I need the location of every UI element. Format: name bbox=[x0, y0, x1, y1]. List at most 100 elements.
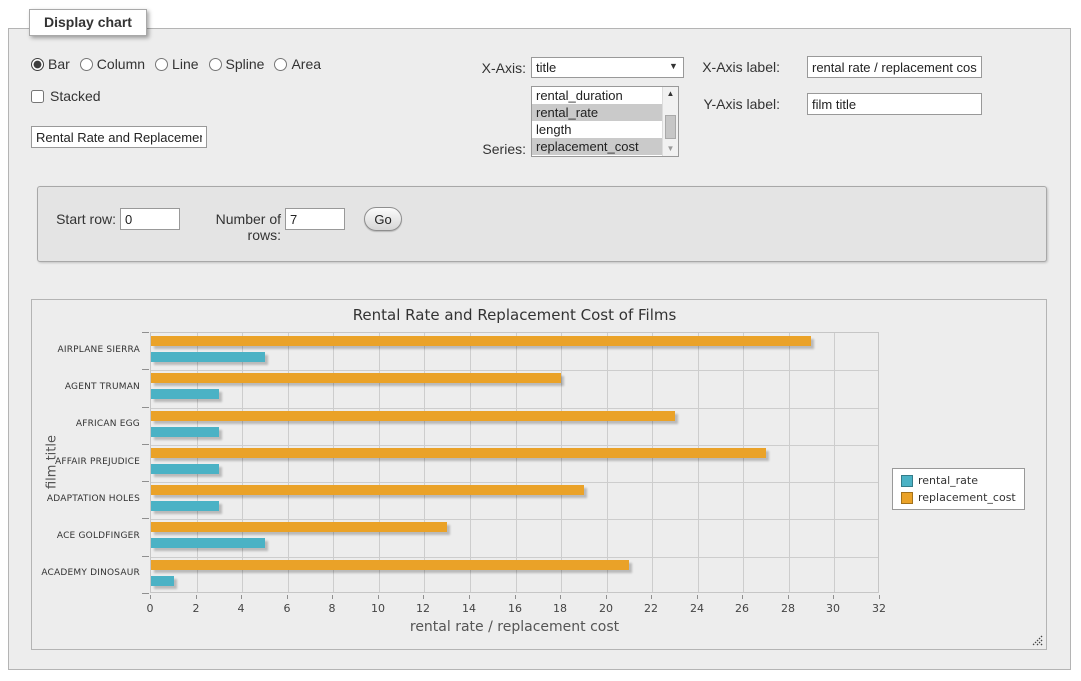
gridline-vertical bbox=[698, 333, 699, 592]
display-chart-fieldset: Display chart BarColumnLineSplineArea St… bbox=[8, 28, 1071, 670]
bar-replacement_cost bbox=[151, 522, 447, 532]
resize-handle-icon[interactable] bbox=[1031, 634, 1043, 646]
start-row-label: Start row: bbox=[48, 211, 116, 227]
x-tick bbox=[469, 595, 470, 599]
x-tick bbox=[651, 595, 652, 599]
x-tick-label: 26 bbox=[727, 602, 757, 615]
legend-entry-replacement_cost: replacement_cost bbox=[901, 491, 1016, 504]
chart-type-label: Area bbox=[291, 56, 321, 72]
chart-title-input[interactable] bbox=[31, 126, 207, 148]
row-range-panel: Start row: Number of rows: Go bbox=[37, 186, 1047, 262]
y-tick bbox=[142, 444, 149, 445]
x-tick bbox=[833, 595, 834, 599]
chart-type-option-spline[interactable]: Spline bbox=[209, 56, 265, 72]
gridline-vertical bbox=[197, 333, 198, 592]
scroll-down-icon[interactable]: ▼ bbox=[663, 142, 678, 156]
scrollbar-thumb[interactable] bbox=[665, 115, 676, 139]
x-tick-label: 6 bbox=[272, 602, 302, 615]
x-tick bbox=[423, 595, 424, 599]
x-tick-label: 2 bbox=[181, 602, 211, 615]
gridline-vertical bbox=[424, 333, 425, 592]
y-tick bbox=[142, 481, 149, 482]
chart-type-radio-line[interactable] bbox=[155, 58, 168, 71]
x-tick-label: 30 bbox=[818, 602, 848, 615]
x-tick bbox=[742, 595, 743, 599]
x-tick bbox=[150, 595, 151, 599]
x-tick-label: 20 bbox=[591, 602, 621, 615]
chart-type-option-column[interactable]: Column bbox=[80, 56, 145, 72]
x-tick-label: 16 bbox=[500, 602, 530, 615]
legend-swatch bbox=[901, 492, 913, 504]
chart-type-radio-column[interactable] bbox=[80, 58, 93, 71]
bar-replacement_cost bbox=[151, 448, 766, 458]
x-tick-label: 0 bbox=[135, 602, 165, 615]
series-option-length[interactable]: length bbox=[532, 121, 662, 138]
series-label: Series: bbox=[426, 141, 526, 157]
x-tick bbox=[378, 595, 379, 599]
gridline-vertical bbox=[379, 333, 380, 592]
chart-type-option-line[interactable]: Line bbox=[155, 56, 198, 72]
gridline-vertical bbox=[789, 333, 790, 592]
chart-type-radio-bar[interactable] bbox=[31, 58, 44, 71]
x-tick-label: 18 bbox=[545, 602, 575, 615]
chart-type-radio-spline[interactable] bbox=[209, 58, 222, 71]
y-axis-label-label: Y-Axis label: bbox=[673, 96, 780, 112]
bar-rental_rate bbox=[151, 389, 219, 399]
stacked-option[interactable]: Stacked bbox=[31, 87, 101, 105]
num-rows-input[interactable] bbox=[285, 208, 345, 230]
gridline-vertical bbox=[288, 333, 289, 592]
x-tick-label: 14 bbox=[454, 602, 484, 615]
y-tick bbox=[142, 407, 149, 408]
stacked-checkbox[interactable] bbox=[31, 90, 44, 103]
gridline-vertical bbox=[242, 333, 243, 592]
x-axis-title: rental rate / replacement cost bbox=[150, 619, 879, 635]
y-axis-label-input[interactable] bbox=[807, 93, 982, 115]
x-tick bbox=[697, 595, 698, 599]
legend-entries: rental_rate replacement_cost bbox=[901, 474, 1016, 504]
series-option-replacement_cost[interactable]: replacement_cost bbox=[532, 138, 662, 155]
chart-title: Rental Rate and Replacement Cost of Film… bbox=[150, 306, 879, 324]
chart-type-option-bar[interactable]: Bar bbox=[31, 56, 70, 72]
x-tick bbox=[606, 595, 607, 599]
x-axis-select[interactable]: title bbox=[531, 57, 684, 78]
gridline-horizontal bbox=[151, 482, 878, 483]
x-tick-label: 12 bbox=[408, 602, 438, 615]
series-option-rental_rate[interactable]: rental_rate bbox=[532, 104, 662, 121]
category-label: AFFAIR PREJUDICE bbox=[32, 457, 140, 467]
legend-entry-rental_rate: rental_rate bbox=[901, 474, 1016, 487]
start-row-input[interactable] bbox=[120, 208, 180, 230]
bar-rental_rate bbox=[151, 576, 174, 586]
gridline-vertical bbox=[470, 333, 471, 592]
gridline-vertical bbox=[333, 333, 334, 592]
bar-replacement_cost bbox=[151, 485, 584, 495]
x-tick bbox=[332, 595, 333, 599]
chart-legend: rental_rate replacement_cost bbox=[892, 468, 1025, 510]
category-label: AIRPLANE SIERRA bbox=[32, 345, 140, 355]
gridline-vertical bbox=[834, 333, 835, 592]
x-axis-label-input[interactable] bbox=[807, 56, 982, 78]
gridline-vertical bbox=[743, 333, 744, 592]
stacked-label: Stacked bbox=[50, 88, 101, 104]
num-rows-label: Number of rows: bbox=[186, 211, 281, 243]
chart-type-radio-area[interactable] bbox=[274, 58, 287, 71]
gridline-horizontal bbox=[151, 519, 878, 520]
bar-rental_rate bbox=[151, 464, 219, 474]
x-tick bbox=[788, 595, 789, 599]
series-listbox[interactable]: rental_durationrental_ratelengthreplacem… bbox=[531, 86, 679, 157]
x-tick bbox=[879, 595, 880, 599]
category-label: AGENT TRUMAN bbox=[32, 382, 140, 392]
x-axis-label-label: X-Axis label: bbox=[673, 59, 780, 75]
gridline-horizontal bbox=[151, 445, 878, 446]
plot-area bbox=[150, 332, 879, 593]
bar-rental_rate bbox=[151, 427, 219, 437]
series-option-rental_duration[interactable]: rental_duration bbox=[532, 87, 662, 104]
x-tick-label: 28 bbox=[773, 602, 803, 615]
chart-type-option-area[interactable]: Area bbox=[274, 56, 321, 72]
bar-rental_rate bbox=[151, 538, 265, 548]
y-tick bbox=[142, 556, 149, 557]
category-label: ACE GOLDFINGER bbox=[32, 531, 140, 541]
chart-type-label: Line bbox=[172, 56, 198, 72]
go-button[interactable]: Go bbox=[364, 207, 402, 231]
x-tick-label: 22 bbox=[636, 602, 666, 615]
x-axis-select-label: X-Axis: bbox=[426, 60, 526, 76]
